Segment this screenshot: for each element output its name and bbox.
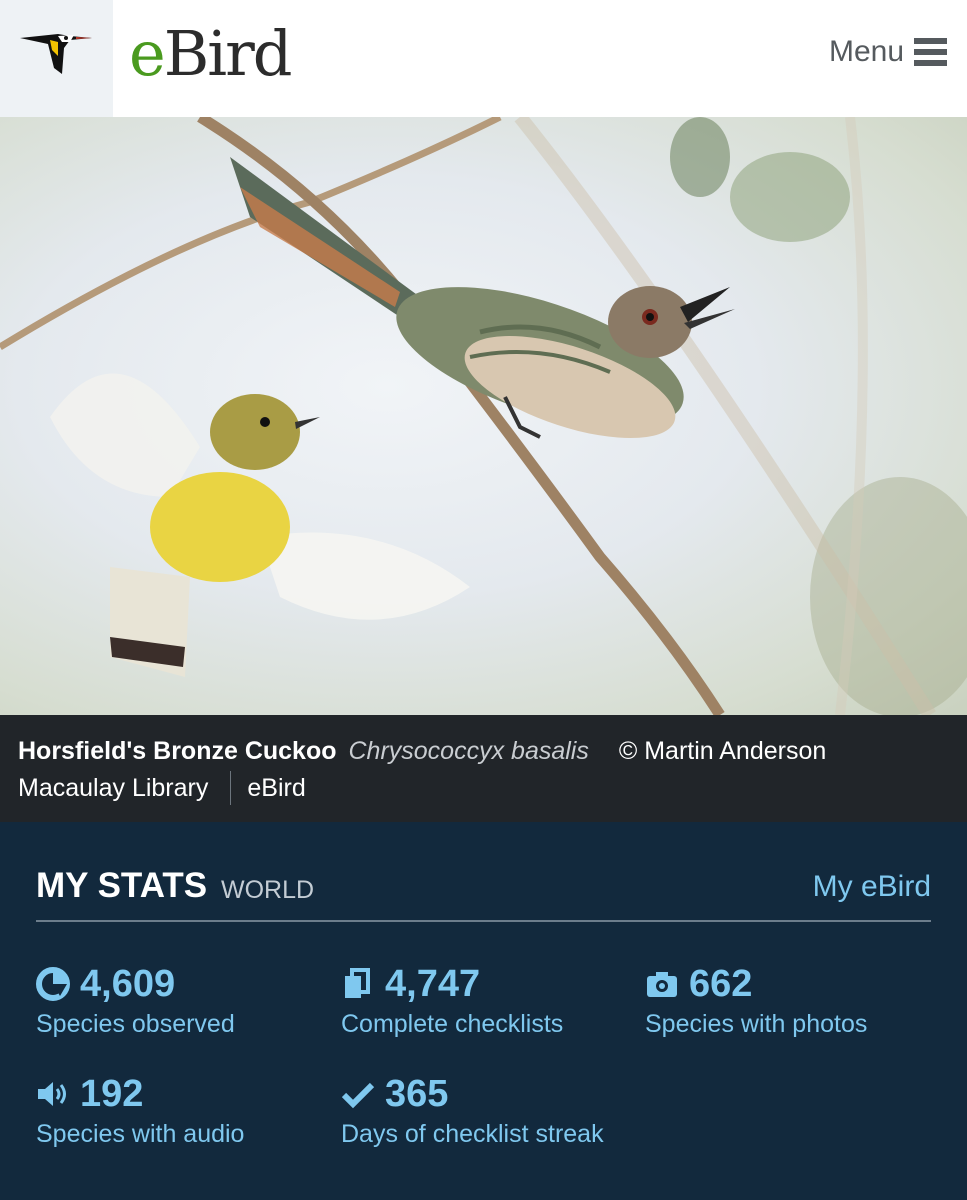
stat-label: Species with photos	[645, 1010, 868, 1038]
photo-credit: © Martin Anderson	[618, 737, 827, 765]
stat-species-observed[interactable]: 4,609 Species observed	[36, 962, 336, 1039]
stat-value: 4,609	[80, 962, 176, 1005]
photo-caption: Horsfield's Bronze Cuckoo Chrysococcyx ba…	[0, 715, 967, 822]
stat-label: Species with audio	[36, 1120, 245, 1148]
stat-label: Days of checklist streak	[341, 1120, 604, 1148]
ebird-wordmark[interactable]: eBird	[129, 22, 292, 86]
stats-title: MY STATS	[36, 866, 208, 905]
stats-scope: WORLD	[221, 876, 315, 904]
speaker-icon	[36, 1077, 70, 1111]
stat-value: 365	[385, 1072, 449, 1115]
ebird-link[interactable]: eBird	[247, 772, 305, 804]
stat-label: Species observed	[36, 1010, 235, 1038]
bird-photo-illustration	[0, 117, 967, 715]
menu-label: Menu	[828, 35, 904, 68]
camera-icon	[645, 967, 679, 1001]
hamburger-icon	[914, 38, 947, 66]
species-scientific-name: Chrysococcyx basalis	[348, 737, 589, 765]
wordmark-e: e	[129, 17, 166, 90]
menu-button[interactable]: Menu	[829, 32, 947, 72]
stat-complete-checklists[interactable]: 4,747 Complete checklists	[341, 962, 641, 1039]
wordmark-bird: Bird	[163, 17, 293, 90]
stat-value: 192	[80, 1072, 144, 1115]
logo-tile[interactable]	[0, 0, 113, 117]
stat-checklist-streak[interactable]: 365 Days of checklist streak	[341, 1072, 641, 1149]
stat-value: 4,747	[385, 962, 481, 1005]
my-stats-panel: MY STATS WORLD My eBird 4,609 Species ob…	[0, 822, 967, 1200]
stat-label: Complete checklists	[341, 1010, 564, 1038]
checkmark-icon	[341, 1077, 375, 1111]
stat-species-photos[interactable]: 662 Species with photos	[645, 962, 945, 1039]
checklist-icon	[341, 967, 375, 1001]
species-pie-icon	[36, 967, 70, 1001]
macaulay-library-link[interactable]: Macaulay Library	[18, 772, 208, 804]
species-common-name[interactable]: Horsfield's Bronze Cuckoo	[18, 737, 337, 765]
stat-species-audio[interactable]: 192 Species with audio	[36, 1072, 336, 1149]
hero-photo	[0, 117, 967, 715]
my-ebird-link[interactable]: My eBird	[813, 870, 931, 904]
site-header: eBird Menu	[0, 0, 967, 117]
ebird-logo-icon	[20, 34, 92, 74]
stat-value: 662	[689, 962, 753, 1005]
caption-divider	[230, 771, 232, 805]
stats-header: MY STATS WORLD My eBird	[36, 866, 931, 922]
